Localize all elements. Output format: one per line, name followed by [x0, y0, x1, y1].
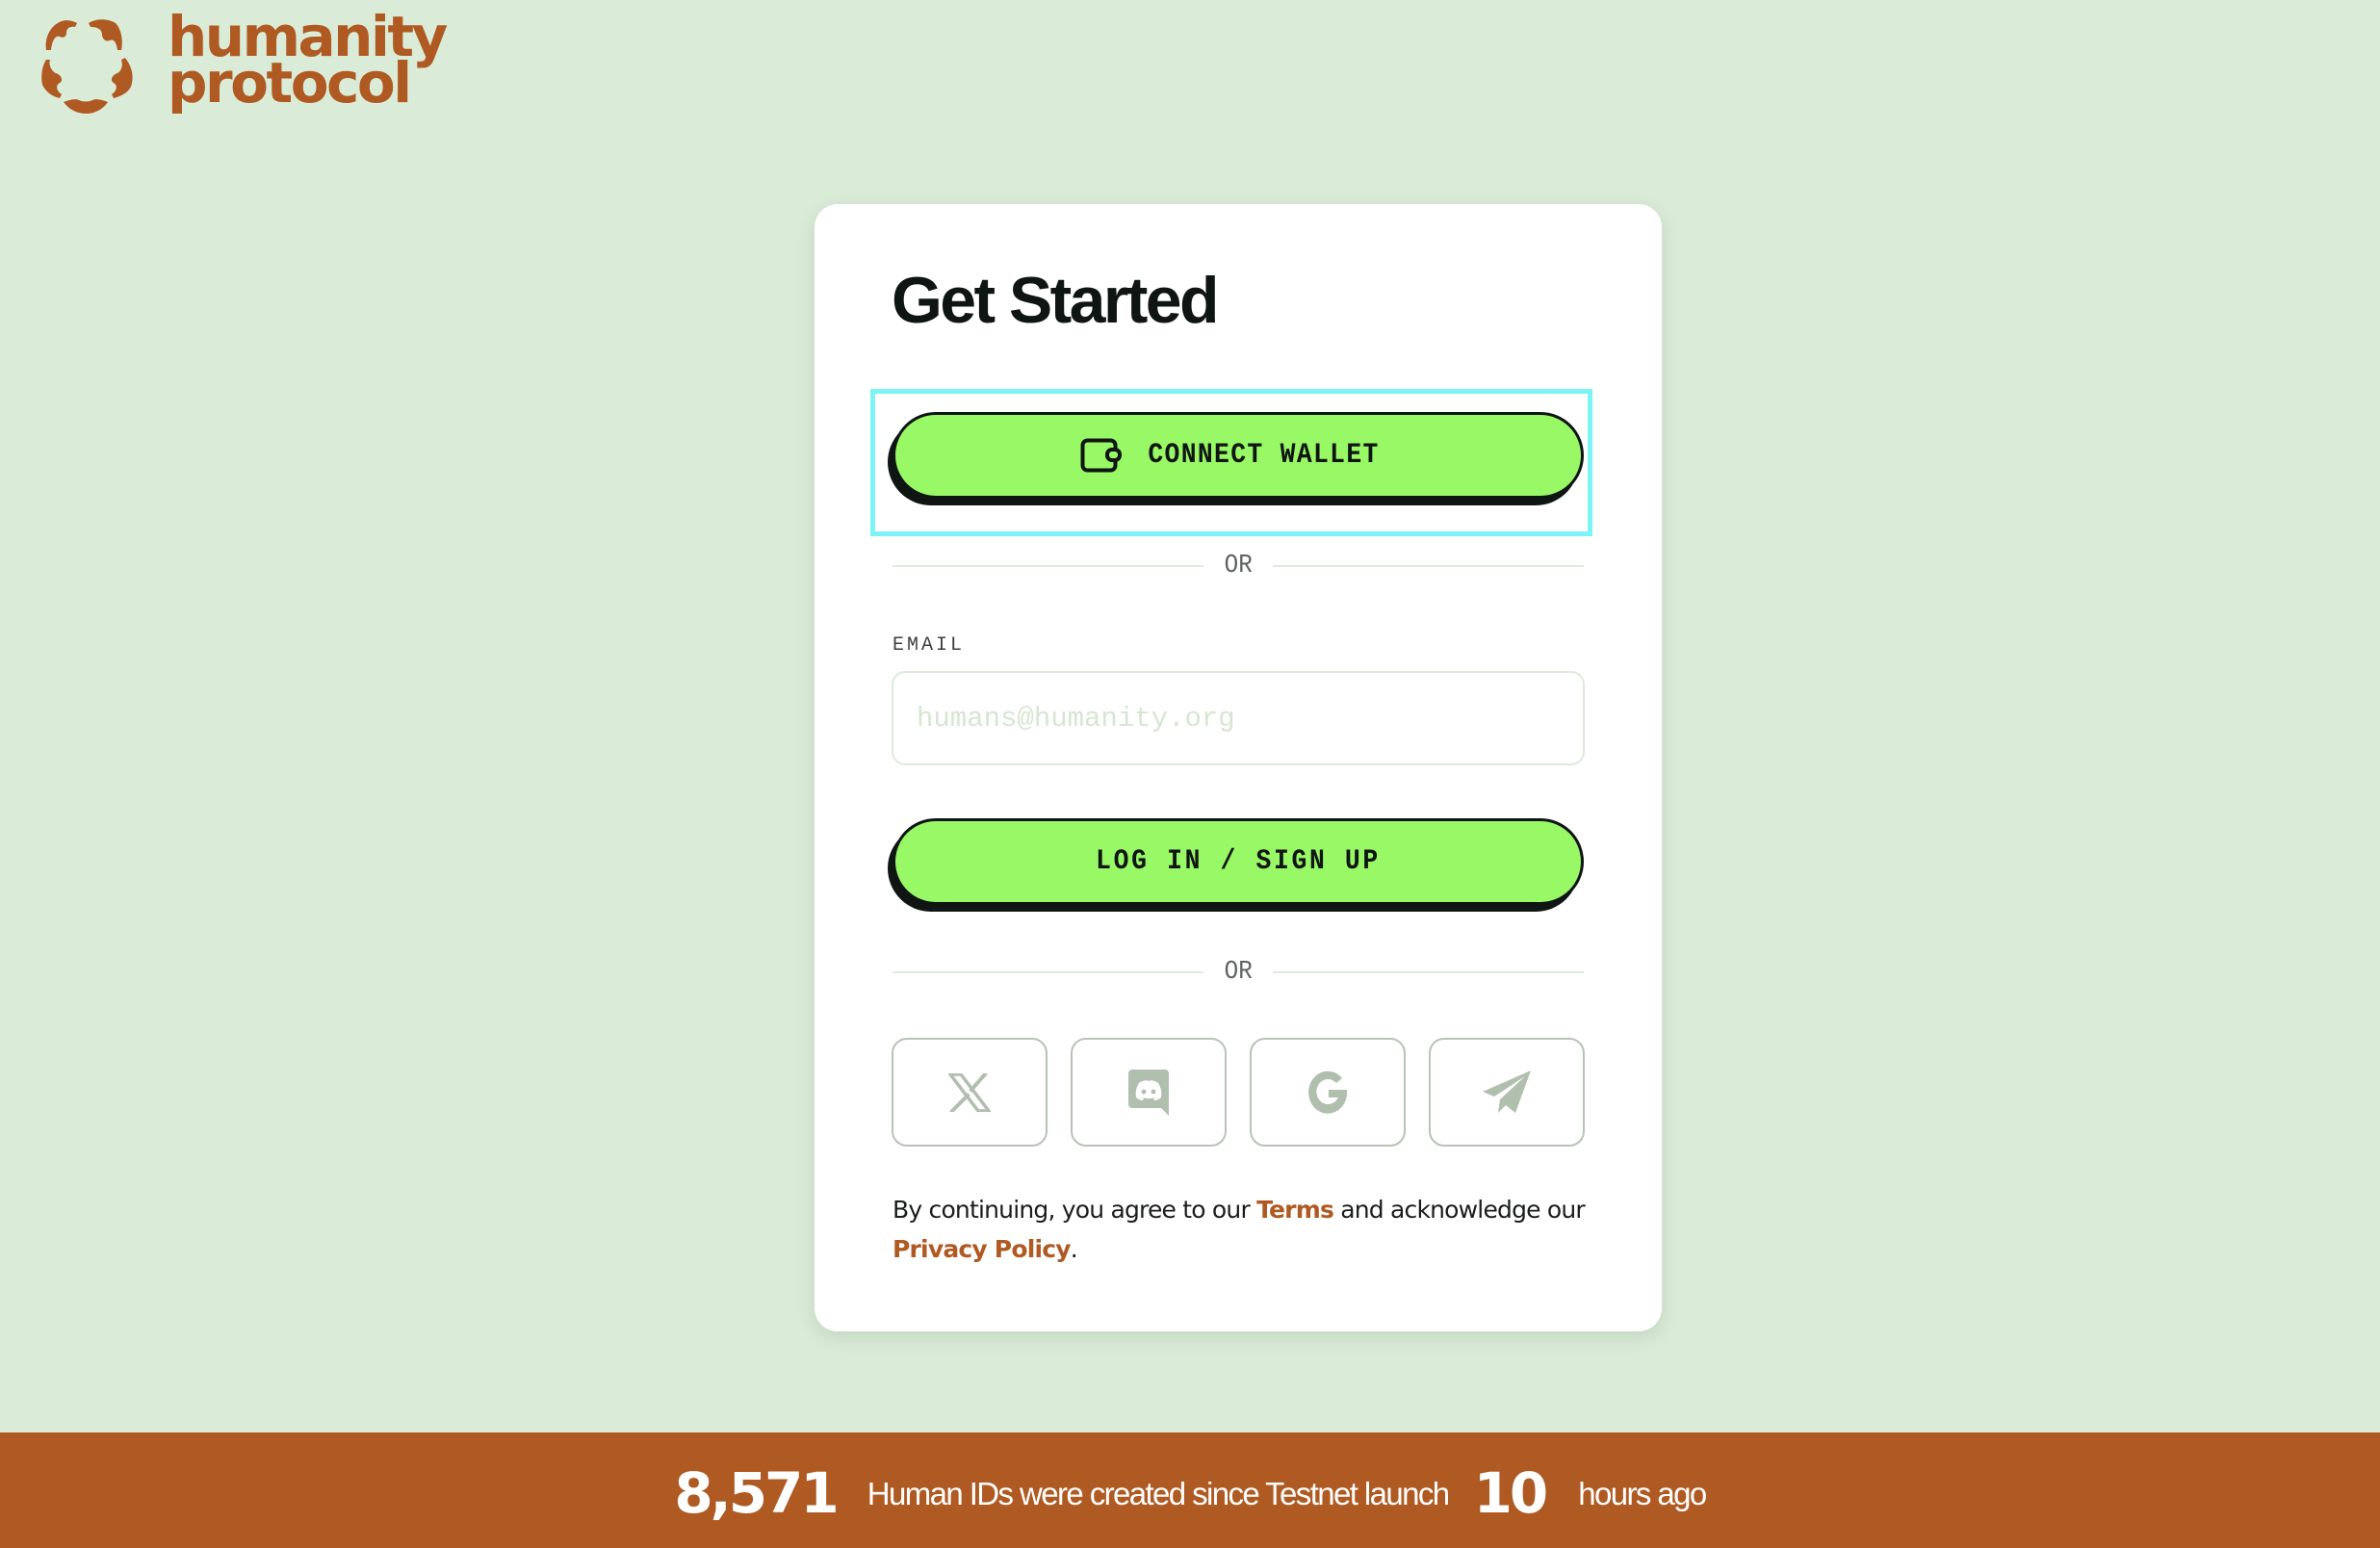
page-title: Get Started	[892, 264, 1220, 337]
terms-link[interactable]: Terms	[1256, 1196, 1334, 1224]
terms-prefix: By continuing, you agree to our	[892, 1196, 1257, 1224]
get-started-card: Get Started CONNECT WALLET OR EMAIL LOG …	[815, 204, 1662, 1331]
or-divider: OR	[892, 958, 1584, 987]
brand-name-line2: protocol	[168, 50, 412, 116]
divider-line	[1273, 565, 1584, 567]
email-input[interactable]	[892, 671, 1585, 765]
divider-line	[892, 971, 1203, 973]
social-login-group	[892, 1038, 1585, 1147]
telegram-icon	[1483, 1070, 1531, 1113]
x-login-button[interactable]	[892, 1038, 1048, 1147]
divider-line	[892, 565, 1203, 567]
x-twitter-icon	[948, 1072, 991, 1112]
telegram-login-button[interactable]	[1429, 1038, 1585, 1147]
divider-text: OR	[1224, 957, 1253, 987]
wallet-icon	[1080, 438, 1123, 473]
divider-line	[1273, 971, 1584, 973]
login-signup-button[interactable]: LOG IN / SIGN UP	[892, 818, 1584, 905]
email-label: EMAIL	[892, 634, 966, 657]
human-id-count: 8,571	[674, 1460, 839, 1526]
login-signup-label: LOG IN / SIGN UP	[1096, 845, 1381, 878]
connect-wallet-label: CONNECT WALLET	[1148, 439, 1381, 472]
humanity-logo-icon	[41, 19, 133, 114]
hours-suffix: hours ago	[1578, 1475, 1707, 1511]
google-icon	[1308, 1071, 1347, 1114]
terms-suffix: .	[1070, 1235, 1078, 1263]
terms-middle: and acknowledge our	[1333, 1196, 1586, 1224]
discord-icon	[1128, 1069, 1169, 1116]
discord-login-button[interactable]	[1071, 1038, 1227, 1147]
banner-description: Human IDs were created since Testnet lau…	[867, 1475, 1450, 1511]
privacy-policy-link[interactable]: Privacy Policy	[892, 1235, 1072, 1263]
connect-wallet-button[interactable]: CONNECT WALLET	[892, 412, 1584, 499]
google-login-button[interactable]	[1250, 1038, 1406, 1147]
divider-text: OR	[1224, 551, 1253, 580]
or-divider: OR	[892, 552, 1584, 580]
stats-banner: 8,571 Human IDs were created since Testn…	[0, 1432, 2380, 1548]
brand-logo-link[interactable]: humanity protocol	[35, 9, 448, 116]
terms-text: By continuing, you agree to our Terms an…	[892, 1190, 1586, 1269]
hours-count: 10	[1473, 1460, 1549, 1526]
brand-wordmark: humanity protocol	[168, 9, 448, 116]
